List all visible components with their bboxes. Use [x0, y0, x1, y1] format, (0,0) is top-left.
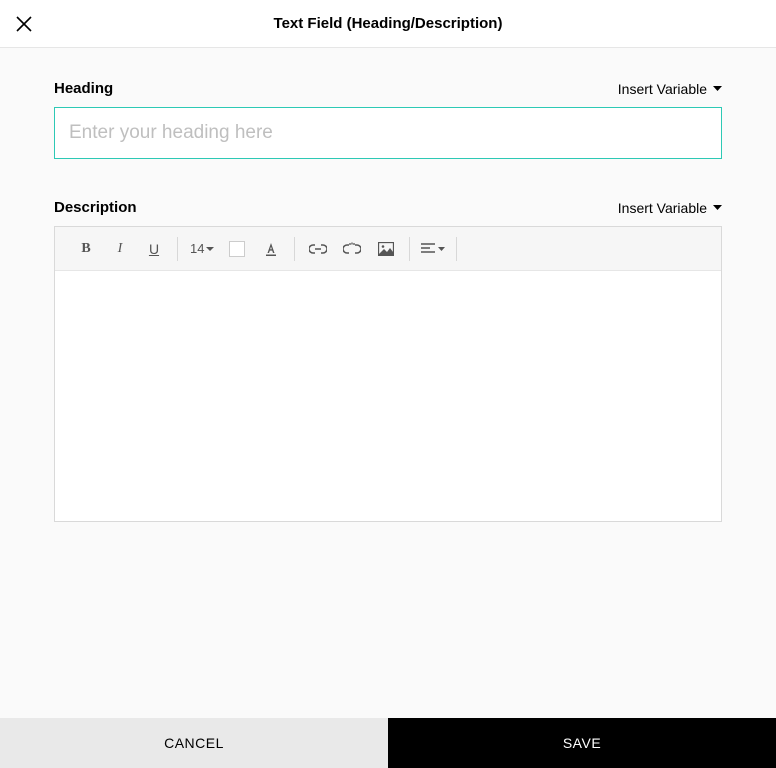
- toolbar-separator: [409, 237, 410, 261]
- font-size-value: 14: [190, 241, 204, 256]
- caret-down-icon: [713, 205, 722, 210]
- heading-label: Heading: [54, 80, 113, 97]
- link-button[interactable]: [301, 234, 335, 264]
- rich-text-editor: B I U 14: [54, 226, 722, 522]
- italic-button[interactable]: I: [103, 234, 137, 264]
- text-color-button[interactable]: [254, 234, 288, 264]
- link-icon: [309, 244, 327, 254]
- underline-button[interactable]: U: [137, 234, 171, 264]
- insert-variable-description[interactable]: Insert Variable: [618, 200, 722, 216]
- description-label: Description: [54, 199, 137, 216]
- font-size-dropdown[interactable]: 14: [184, 241, 220, 256]
- image-button[interactable]: [369, 234, 403, 264]
- close-button[interactable]: [12, 12, 36, 36]
- toolbar-separator: [294, 237, 295, 261]
- insert-variable-description-label: Insert Variable: [618, 200, 707, 216]
- unlink-icon: [343, 242, 361, 256]
- toolbar-separator: [177, 237, 178, 261]
- text-color-icon: [263, 241, 279, 257]
- toolbar-separator: [456, 237, 457, 261]
- italic-icon: I: [118, 241, 123, 257]
- save-button[interactable]: SAVE: [388, 718, 776, 768]
- editor-toolbar: B I U 14: [55, 227, 721, 271]
- image-icon: [378, 242, 394, 256]
- modal-header: Text Field (Heading/Description): [0, 0, 776, 48]
- close-icon: [15, 15, 33, 33]
- description-editor[interactable]: [55, 271, 721, 521]
- align-left-icon: [421, 243, 445, 255]
- caret-down-icon: [713, 86, 722, 91]
- unlink-button[interactable]: [335, 234, 369, 264]
- insert-variable-heading[interactable]: Insert Variable: [618, 81, 722, 97]
- heading-input[interactable]: [54, 107, 722, 159]
- bold-button[interactable]: B: [69, 234, 103, 264]
- modal-title: Text Field (Heading/Description): [274, 15, 503, 32]
- cancel-button[interactable]: CANCEL: [0, 718, 388, 768]
- underline-icon: U: [149, 241, 159, 257]
- insert-variable-heading-label: Insert Variable: [618, 81, 707, 97]
- caret-down-icon: [206, 247, 214, 251]
- bold-icon: B: [81, 241, 90, 257]
- color-swatch-icon: [229, 241, 245, 257]
- heading-section: Heading Insert Variable: [54, 80, 722, 159]
- align-dropdown[interactable]: [416, 234, 450, 264]
- background-color-button[interactable]: [220, 234, 254, 264]
- footer-actions: CANCEL SAVE: [0, 718, 776, 768]
- description-section: Description Insert Variable B I U: [54, 199, 722, 522]
